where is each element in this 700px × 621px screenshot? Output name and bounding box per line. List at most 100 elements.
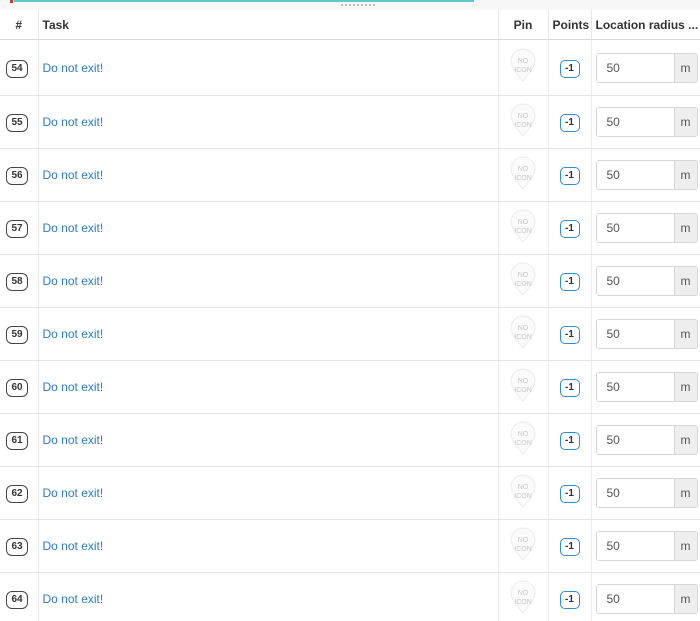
location-radius-input[interactable] (596, 214, 674, 242)
points-badge[interactable]: -1 (559, 167, 580, 185)
task-cell: Do not exit! (38, 254, 499, 308)
table-row[interactable]: 59 Do not exit! NOICON -1 m (0, 307, 700, 361)
table-row[interactable]: 64 Do not exit! NOICON -1 m (0, 572, 700, 621)
location-radius-input[interactable] (596, 267, 674, 295)
points-cell: -1 (548, 413, 592, 467)
number-cell: 59 (0, 307, 39, 361)
table-row[interactable]: 54 Do not exit! NOICON -1 m (0, 39, 700, 96)
location-radius-input[interactable] (596, 585, 674, 613)
task-name-link[interactable]: Do not exit! (43, 61, 104, 75)
location-radius-input[interactable] (596, 53, 674, 82)
table-row[interactable]: 62 Do not exit! NOICON -1 m (0, 466, 700, 520)
radius-cell: m (591, 360, 700, 414)
points-badge[interactable]: -1 (559, 379, 580, 397)
points-badge[interactable]: -1 (559, 114, 580, 132)
radius-cell: m (591, 519, 700, 573)
location-radius-input[interactable] (596, 161, 674, 189)
location-radius-input-group: m (595, 52, 698, 83)
no-icon-pin-placeholder[interactable]: NO ICON (508, 262, 538, 296)
no-icon-pin-placeholder[interactable]: NO ICON (508, 315, 538, 349)
no-icon-pin-placeholder[interactable]: NO ICON (508, 103, 538, 137)
no-icon-pin-placeholder[interactable]: NO ICON (508, 48, 538, 82)
number-cell: 61 (0, 413, 39, 467)
radius-unit-addon: m (673, 267, 697, 295)
points-badge[interactable]: -1 (559, 326, 580, 344)
points-cell: -1 (548, 254, 592, 308)
location-radius-input[interactable] (596, 426, 674, 454)
location-radius-input-group: m (595, 425, 698, 455)
points-cell: -1 (548, 39, 592, 96)
task-name-link[interactable]: Do not exit! (43, 486, 104, 500)
location-radius-input-group: m (595, 372, 698, 402)
task-name-link[interactable]: Do not exit! (43, 274, 104, 288)
table-row[interactable]: 55 Do not exit! NOICON -1 m (0, 95, 700, 149)
no-icon-pin-placeholder[interactable]: NO ICON (508, 209, 538, 243)
table-row[interactable]: 57 Do not exit! NOICON -1 m (0, 201, 700, 255)
table-row[interactable]: 60 Do not exit! NOICON -1 m (0, 360, 700, 414)
table-row[interactable]: 56 Do not exit! NOICON -1 m (0, 148, 700, 202)
task-name-link[interactable]: Do not exit! (43, 168, 104, 182)
tasks-table: # Task Pin Points Location radius ... 54… (0, 10, 700, 621)
radius-cell: m (591, 201, 700, 255)
pin-cell: NO ICON (498, 148, 549, 202)
points-badge[interactable]: -1 (559, 59, 580, 78)
points-badge[interactable]: -1 (559, 432, 580, 450)
no-icon-label: NO ICON (514, 324, 532, 341)
radius-cell: m (591, 572, 700, 621)
pin-cell: NO ICON (498, 519, 549, 573)
points-badge[interactable]: -1 (559, 220, 580, 238)
location-radius-input[interactable] (596, 532, 674, 560)
column-header-location-radius[interactable]: Location radius ... (591, 10, 700, 40)
task-cell: Do not exit! (38, 307, 499, 361)
number-cell: 54 (0, 39, 39, 96)
radius-unit-addon: m (673, 108, 697, 136)
location-radius-input[interactable] (596, 373, 674, 401)
location-radius-input[interactable] (596, 108, 674, 136)
points-cell: -1 (548, 95, 592, 149)
table-row[interactable]: 63 Do not exit! NOICON -1 m (0, 519, 700, 573)
points-cell: -1 (548, 519, 592, 573)
no-icon-pin-placeholder[interactable]: NO ICON (508, 527, 538, 561)
task-name-link[interactable]: Do not exit! (43, 221, 104, 235)
task-name-link[interactable]: Do not exit! (43, 327, 104, 341)
no-icon-label: NO ICON (514, 483, 532, 500)
drag-handle-icon[interactable] (340, 3, 376, 7)
number-cell: 63 (0, 519, 39, 573)
task-name-link[interactable]: Do not exit! (43, 433, 104, 447)
task-name-link[interactable]: Do not exit! (43, 380, 104, 394)
no-icon-pin-placeholder[interactable]: NO ICON (508, 156, 538, 190)
points-badge[interactable]: -1 (559, 591, 580, 609)
column-header-points[interactable]: Points (548, 10, 592, 40)
task-number-badge: 59 (6, 326, 28, 344)
column-header-task[interactable]: Task (38, 10, 499, 40)
task-number-badge: 57 (6, 220, 28, 238)
points-badge[interactable]: -1 (559, 273, 580, 291)
no-icon-pin-placeholder[interactable]: NO ICON (508, 474, 538, 508)
location-radius-input[interactable] (596, 320, 674, 348)
location-radius-input-group: m (595, 160, 698, 190)
table-row[interactable]: 61 Do not exit! NOICON -1 m (0, 413, 700, 467)
number-cell: 64 (0, 572, 39, 621)
radius-unit-addon: m (673, 532, 697, 560)
points-badge[interactable]: -1 (559, 538, 580, 556)
table-row[interactable]: 58 Do not exit! NOICON -1 m (0, 254, 700, 308)
pin-cell: NO ICON (498, 254, 549, 308)
no-icon-pin-placeholder[interactable]: NO ICON (508, 421, 538, 455)
task-name-link[interactable]: Do not exit! (43, 115, 104, 129)
pin-cell: NO ICON (498, 95, 549, 149)
radius-unit-addon: m (673, 320, 697, 348)
no-icon-label: NO ICON (514, 112, 532, 129)
radius-cell: m (591, 95, 700, 149)
column-header-pin[interactable]: Pin (498, 10, 549, 40)
no-icon-label: NO ICON (514, 536, 532, 553)
location-radius-input[interactable] (596, 479, 674, 507)
column-header-number[interactable]: # (0, 10, 39, 40)
points-badge[interactable]: -1 (559, 485, 580, 503)
pin-cell: NO ICON (498, 572, 549, 621)
no-icon-pin-placeholder[interactable]: NO ICON (508, 368, 538, 402)
task-name-link[interactable]: Do not exit! (43, 592, 104, 606)
task-name-link[interactable]: Do not exit! (43, 539, 104, 553)
no-icon-pin-placeholder[interactable]: NO ICON (508, 580, 538, 614)
task-cell: Do not exit! (38, 95, 499, 149)
pin-cell: NO ICON (498, 201, 549, 255)
